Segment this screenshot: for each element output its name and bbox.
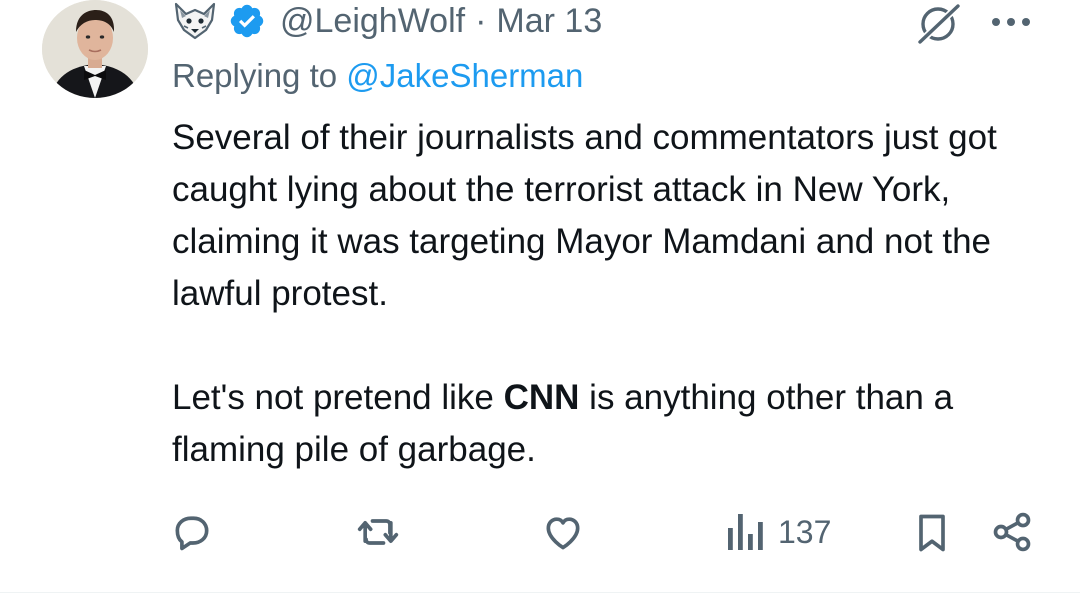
bookmark-button[interactable] bbox=[910, 510, 954, 556]
views-icon bbox=[728, 514, 763, 550]
tweet-paragraph-1: Several of their journalists and comment… bbox=[172, 118, 997, 313]
retweet-icon bbox=[357, 519, 399, 545]
tweet-actions: 137 bbox=[0, 510, 1080, 560]
divider bbox=[0, 592, 1080, 593]
reply-icon bbox=[175, 516, 209, 551]
wolf-icon bbox=[174, 2, 216, 40]
tweet-paragraph-2: Let's not pretend like CNN is anything o… bbox=[172, 372, 1052, 476]
more-options-icon[interactable] bbox=[990, 16, 1032, 28]
verified-badge-icon[interactable] bbox=[228, 2, 266, 40]
separator-dot: · bbox=[475, 1, 487, 40]
views-count: 137 bbox=[778, 513, 832, 550]
share-icon bbox=[993, 512, 1031, 552]
tweet-text: Several of their journalists and comment… bbox=[172, 112, 1052, 476]
cnn-bold-text: CNN bbox=[503, 378, 580, 417]
retweet-button[interactable] bbox=[355, 510, 401, 554]
replying-prefix: Replying to bbox=[172, 57, 347, 94]
replying-to: Replying to @JakeSherman bbox=[172, 57, 583, 95]
bookmark-icon bbox=[919, 514, 945, 552]
share-button[interactable] bbox=[990, 510, 1034, 554]
avatar[interactable] bbox=[42, 0, 148, 98]
para2-before: Let's not pretend like bbox=[172, 378, 504, 417]
tweet-header: @LeighWolf · Mar 13 bbox=[172, 0, 602, 42]
replying-mention-link[interactable]: @JakeSherman bbox=[346, 57, 583, 94]
author-handle[interactable]: @LeighWolf bbox=[280, 2, 465, 41]
reply-button[interactable] bbox=[170, 510, 214, 554]
like-button[interactable] bbox=[540, 510, 586, 554]
grok-icon[interactable] bbox=[914, 2, 962, 44]
tweet-date[interactable]: Mar 13 bbox=[496, 2, 602, 41]
views-button[interactable]: 137 bbox=[726, 510, 831, 554]
heart-icon bbox=[546, 517, 580, 550]
